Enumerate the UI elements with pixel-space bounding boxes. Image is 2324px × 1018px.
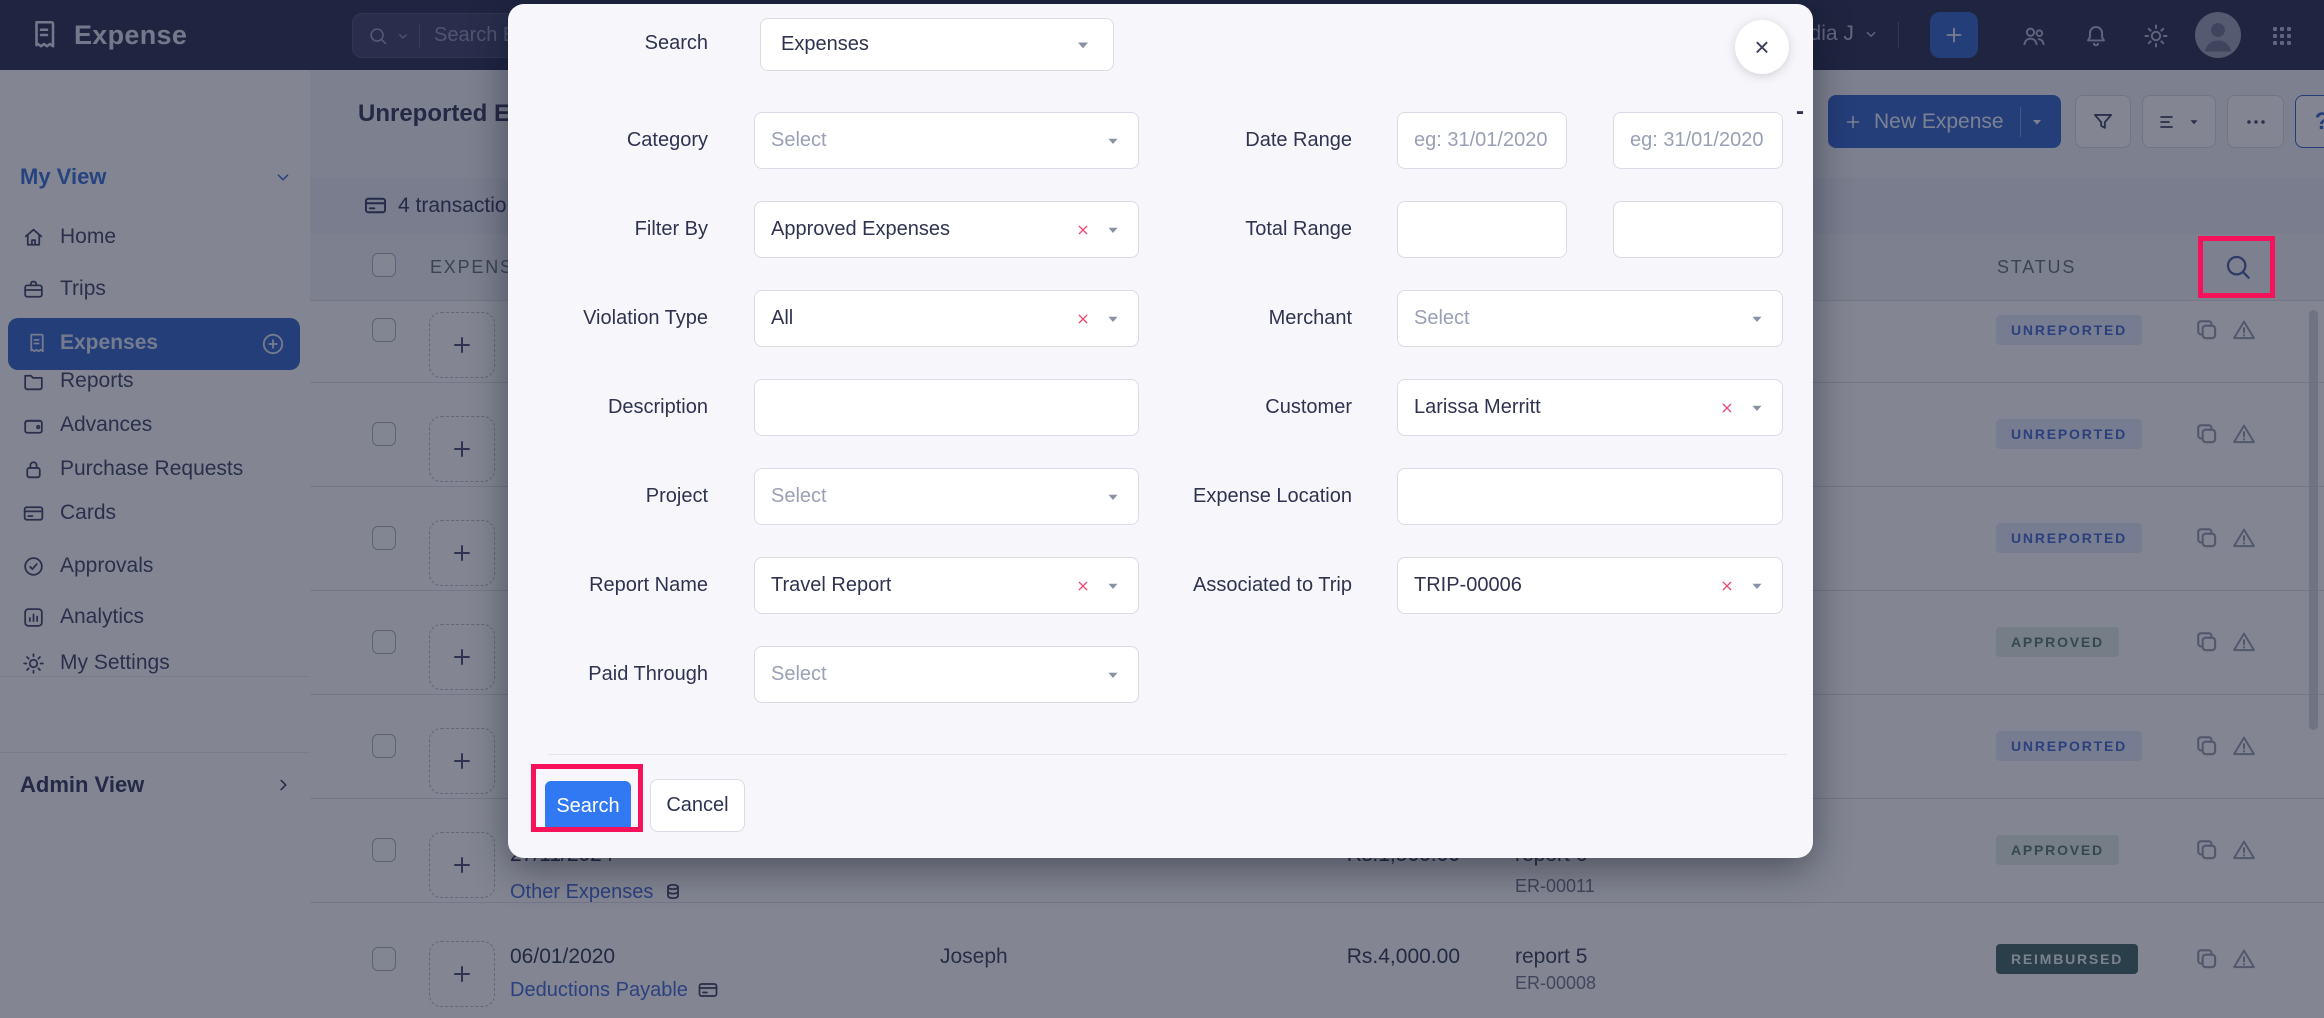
- placeholder-text: Select: [771, 663, 827, 686]
- modal-title: Search: [548, 32, 708, 55]
- caret-down-icon: [1104, 666, 1122, 684]
- placeholder-text: Select: [1414, 307, 1470, 330]
- placeholder-text: eg: 31/01/2020: [1630, 129, 1763, 152]
- caret-down-icon: [1073, 35, 1093, 55]
- total-min-input[interactable]: [1397, 201, 1567, 258]
- divider: [548, 754, 1787, 755]
- customer-select[interactable]: Larissa Merritt: [1397, 379, 1783, 436]
- field-label: Associated to Trip: [1118, 557, 1352, 614]
- field-label: Total Range: [1118, 201, 1352, 258]
- search-entity-select[interactable]: Expenses: [760, 18, 1114, 71]
- date-range-separator: -: [1796, 98, 1804, 126]
- field-label: Expense Location: [1118, 468, 1352, 525]
- associated-trip-select[interactable]: TRIP-00006: [1397, 557, 1783, 614]
- field-label: Merchant: [1118, 290, 1352, 347]
- field-label: Customer: [1118, 379, 1352, 436]
- field-label: Paid Through: [548, 646, 708, 703]
- field-label: Date Range: [1118, 112, 1352, 169]
- form-row-date-range: Date Range eg: 31/01/2020 eg: 31/01/2020: [508, 112, 1813, 169]
- form-row-merchant: Merchant Select: [508, 290, 1813, 347]
- close-button[interactable]: ×: [1735, 20, 1789, 74]
- merchant-select[interactable]: Select: [1397, 290, 1783, 347]
- annotation-box-table-search-icon: [2198, 236, 2275, 298]
- caret-down-icon: [1748, 310, 1766, 328]
- placeholder-text: eg: 31/01/2020: [1414, 129, 1547, 152]
- annotation-box-search-button: [531, 764, 643, 832]
- field-value: TRIP-00006: [1414, 574, 1522, 597]
- form-row-expense-location: Expense Location: [508, 468, 1813, 525]
- paid-through-select[interactable]: Select: [754, 646, 1139, 703]
- clear-x-icon[interactable]: [1718, 399, 1736, 417]
- caret-down-icon: [1748, 399, 1766, 417]
- clear-x-icon[interactable]: [1718, 577, 1736, 595]
- search-entity-value: Expenses: [781, 33, 869, 56]
- total-max-input[interactable]: [1613, 201, 1783, 258]
- form-row-paid-through: Paid Through Select: [508, 646, 1813, 703]
- search-modal: Search Expenses × Category Select Filter…: [508, 4, 1813, 858]
- field-value: Larissa Merritt: [1414, 396, 1541, 419]
- close-icon: ×: [1754, 32, 1769, 63]
- cancel-button[interactable]: Cancel: [650, 779, 745, 832]
- form-row-customer: Customer Larissa Merritt: [508, 379, 1813, 436]
- caret-down-icon: [1748, 577, 1766, 595]
- date-from-input[interactable]: eg: 31/01/2020: [1397, 112, 1567, 169]
- form-row-associated-trip: Associated to Trip TRIP-00006: [508, 557, 1813, 614]
- date-to-input[interactable]: eg: 31/01/2020: [1613, 112, 1783, 169]
- form-row-total-range: Total Range: [508, 201, 1813, 258]
- expense-location-input[interactable]: [1397, 468, 1783, 525]
